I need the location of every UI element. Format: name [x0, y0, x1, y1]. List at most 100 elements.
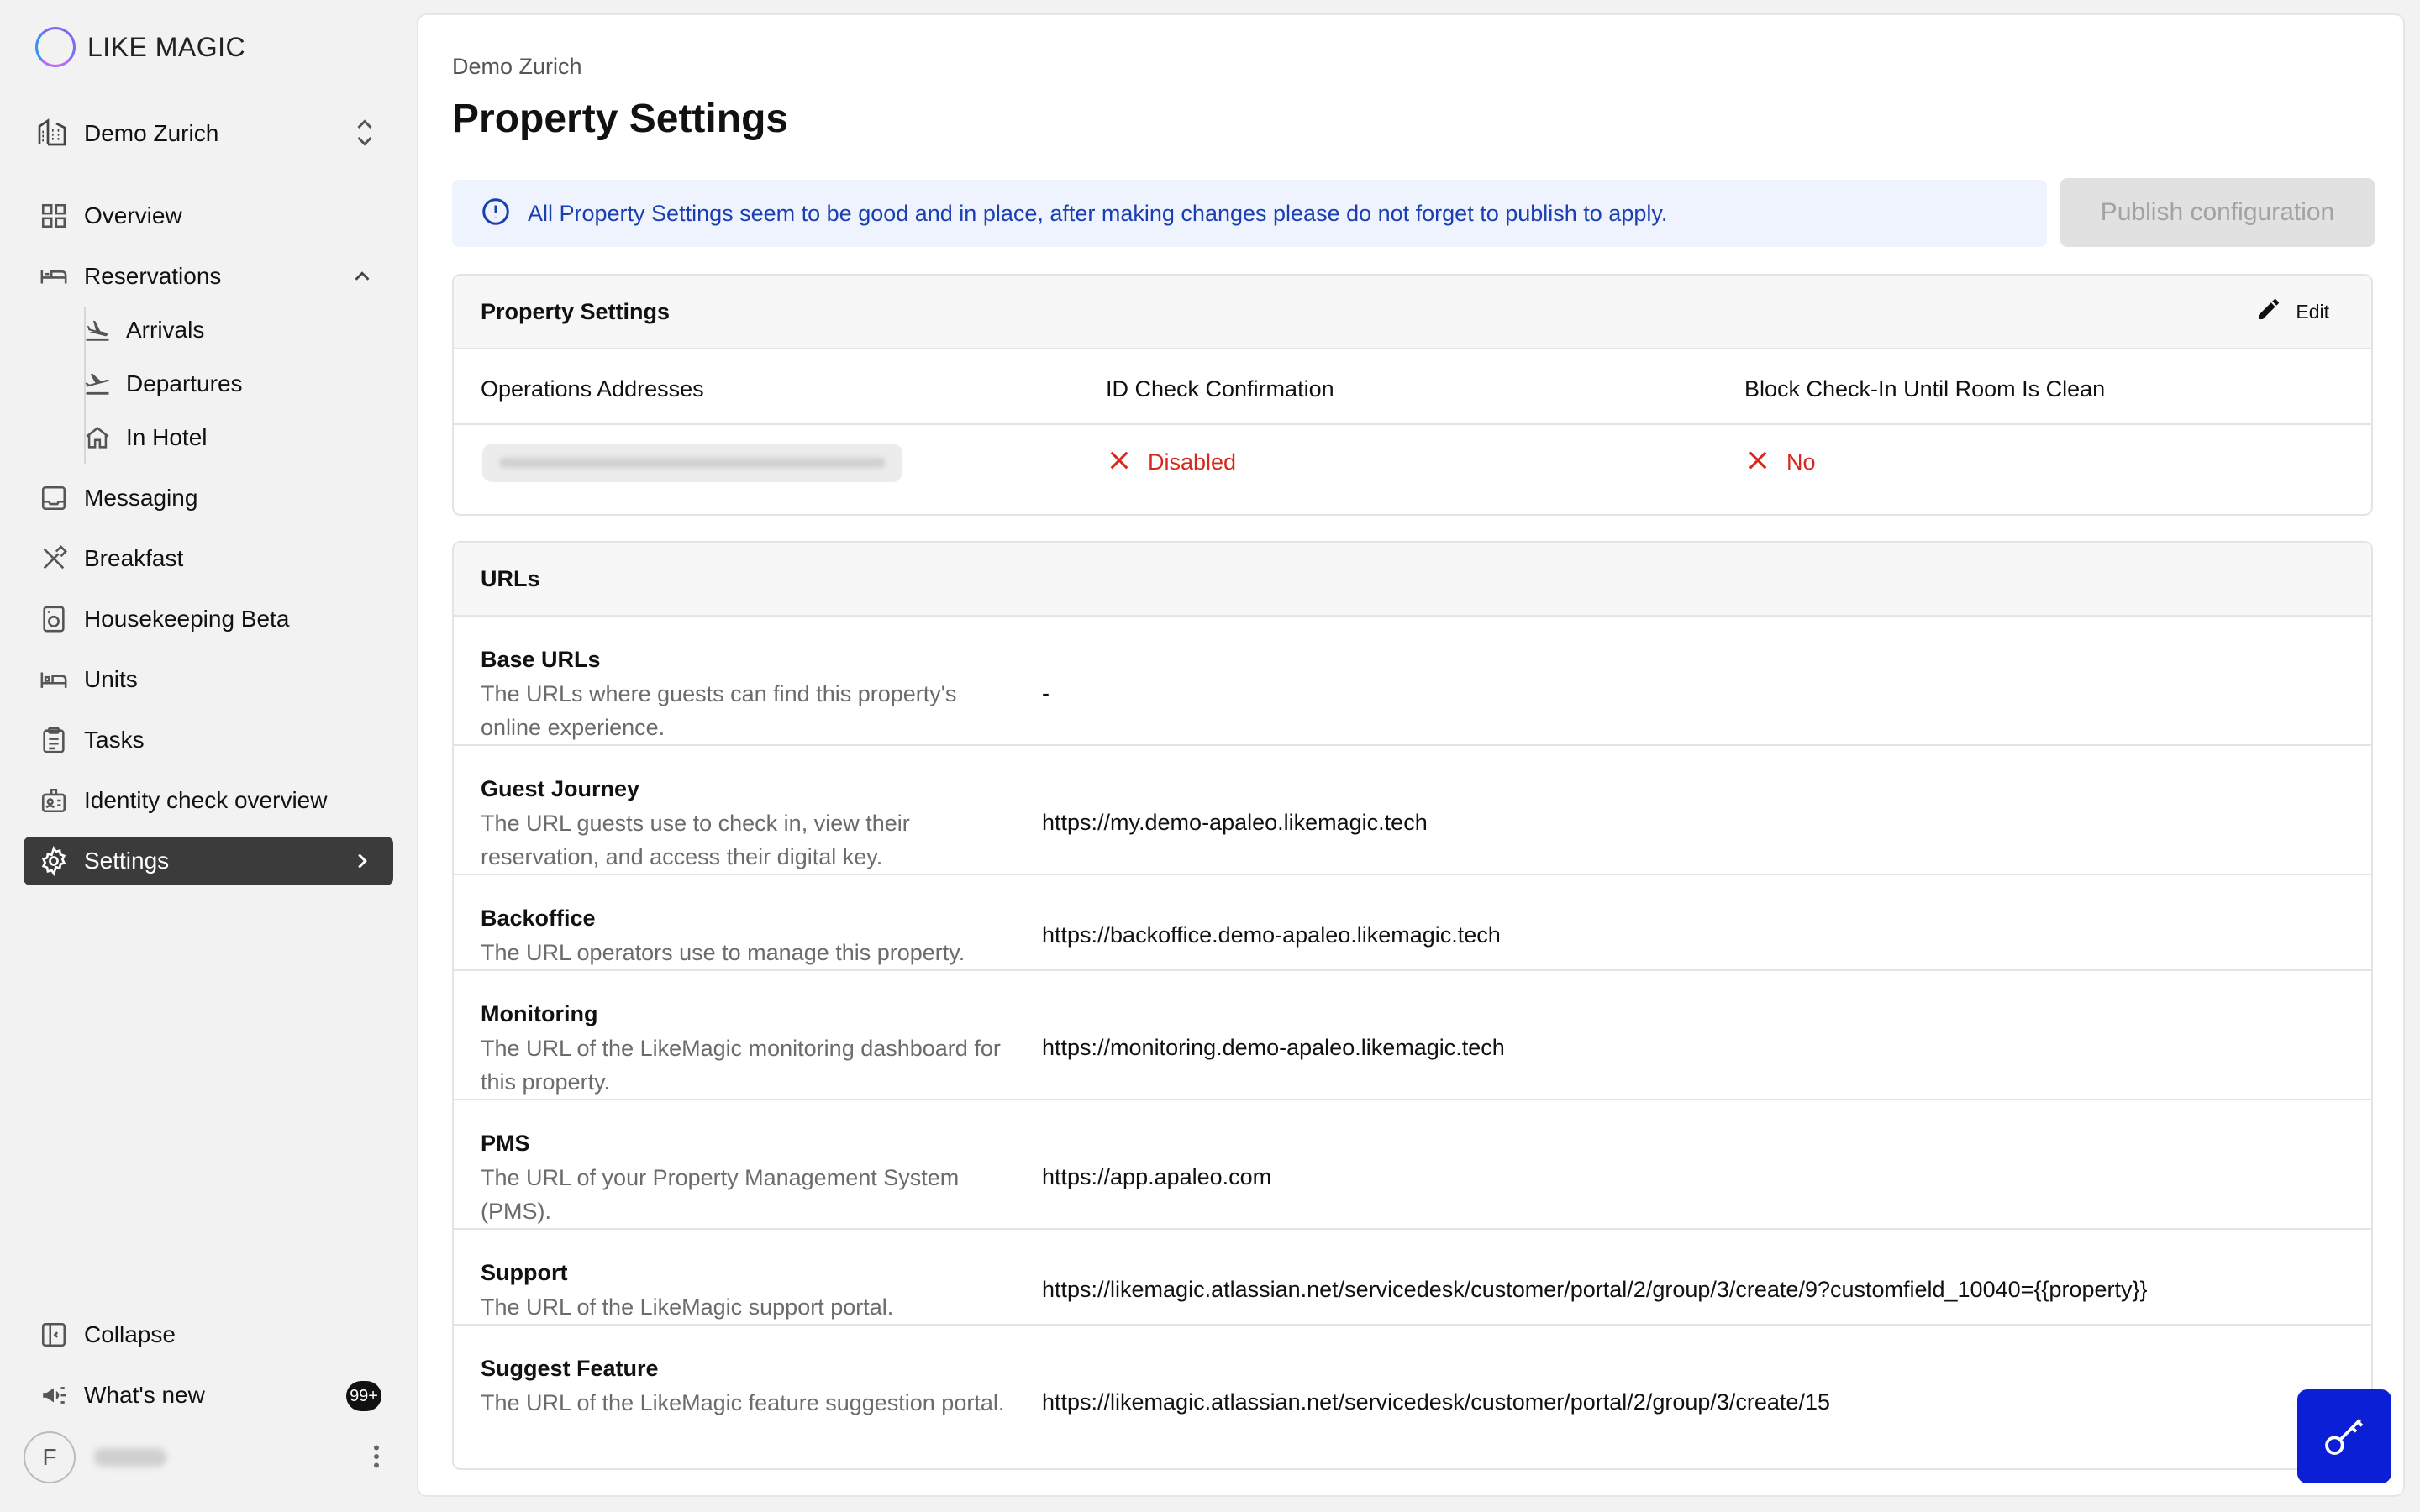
pencil-icon — [2255, 296, 2282, 328]
block-checkin-status: No — [1746, 449, 1816, 476]
nav-label-arrivals: Arrivals — [126, 317, 205, 343]
settings-value-row: Disabled No — [454, 427, 2371, 514]
url-value[interactable]: https://my.demo-apaleo.likemagic.tech — [1042, 810, 1428, 836]
card-title: Property Settings — [481, 298, 671, 324]
url-title: Suggest Feature — [481, 1356, 659, 1381]
brand[interactable]: LIKE MAGIC — [35, 27, 245, 67]
user-name-blurred — [94, 1448, 166, 1467]
close-icon — [1746, 449, 1770, 476]
nav-item-messaging[interactable]: Messaging — [24, 474, 393, 522]
url-value[interactable]: https://backoffice.demo-apaleo.likemagic… — [1042, 922, 1501, 948]
close-icon — [1107, 449, 1131, 476]
chevron-right-icon — [350, 848, 375, 878]
nav-label-messaging: Messaging — [84, 485, 198, 511]
cutlery-icon — [39, 543, 69, 574]
nav-item-reservations[interactable]: Reservations — [24, 252, 393, 301]
collapse-label: Collapse — [84, 1321, 176, 1347]
nav-label-settings: Settings — [84, 848, 170, 874]
url-title: Monitoring — [481, 1001, 598, 1026]
nav-label-reservations: Reservations — [84, 263, 222, 289]
edit-button[interactable]: Edit — [2255, 296, 2329, 328]
property-settings-card: Property Settings Edit Operations Addres… — [452, 274, 2373, 516]
washing-machine-icon — [39, 604, 69, 634]
nav-label-identity: Identity check overview — [84, 787, 328, 813]
property-switcher[interactable]: Demo Zurich — [35, 113, 380, 155]
info-alert: All Property Settings seem to be good an… — [452, 180, 2047, 247]
url-row-monitoring: Monitoring The URL of the LikeMagic moni… — [454, 971, 2371, 1100]
unfold-icon — [350, 114, 380, 155]
edit-label: Edit — [2296, 301, 2329, 323]
nav-label-departures: Departures — [126, 370, 243, 396]
avatar: F — [24, 1431, 76, 1483]
user-profile[interactable]: F — [24, 1430, 393, 1485]
settings-header-row: Operations Addresses ID Check Confirmati… — [454, 349, 2371, 425]
nav-label-housekeeping: Housekeeping Beta — [84, 606, 290, 632]
operations-address-chip — [482, 444, 902, 482]
breadcrumb[interactable]: Demo Zurich — [452, 54, 582, 80]
key-action-button[interactable] — [2297, 1389, 2391, 1483]
card-header: Property Settings Edit — [454, 276, 2371, 349]
main-panel: Demo Zurich Property Settings All Proper… — [417, 13, 2405, 1497]
inbox-icon — [39, 483, 69, 513]
url-value[interactable]: https://likemagic.atlassian.net/serviced… — [1042, 1389, 1830, 1415]
url-title: Backoffice — [481, 906, 596, 931]
card-header: URLs — [454, 543, 2371, 617]
plane-takeoff-icon — [82, 369, 113, 399]
nav-item-overview[interactable]: Overview — [24, 192, 393, 240]
url-row-guest-journey: Guest Journey The URL guests use to chec… — [454, 746, 2371, 875]
urls-card: URLs Base URLs The URLs where guests can… — [452, 541, 2373, 1470]
megaphone-icon — [39, 1380, 69, 1410]
url-title: Support — [481, 1260, 568, 1285]
url-value[interactable]: https://likemagic.atlassian.net/serviced… — [1042, 1277, 2148, 1303]
property-switcher-label: Demo Zurich — [84, 120, 219, 146]
url-description: The URL of your Property Management Syst… — [481, 1165, 960, 1224]
column-header: Block Check-In Until Room Is Clean — [1744, 376, 2106, 402]
url-description: The URL of the LikeMagic feature suggest… — [481, 1390, 1005, 1415]
more-vertical-icon[interactable] — [368, 1441, 385, 1476]
info-alert-text: All Property Settings seem to be good an… — [528, 200, 1668, 226]
url-row-pms: PMS The URL of your Property Management … — [454, 1100, 2371, 1230]
url-row-backoffice: Backoffice The URL operators use to mana… — [454, 875, 2371, 971]
home-icon — [82, 423, 113, 453]
id-check-status: Disabled — [1107, 449, 1236, 476]
url-description: The URL of the LikeMagic monitoring dash… — [481, 1036, 1001, 1095]
url-description: The URL of the LikeMagic support portal. — [481, 1294, 894, 1320]
nav-label-tasks: Tasks — [84, 727, 145, 753]
id-check-value: Disabled — [1148, 449, 1237, 475]
whats-new-button[interactable]: What's new 99+ — [24, 1371, 393, 1420]
sidebar: LIKE MAGIC Demo Zurich Overview Reservat… — [0, 0, 413, 1512]
brand-name: LIKE MAGIC — [87, 31, 246, 62]
nav-item-arrivals[interactable]: Arrivals — [24, 306, 393, 354]
publish-configuration-button[interactable]: Publish configuration — [2060, 178, 2375, 247]
url-description: The URL operators use to manage this pro… — [481, 940, 965, 965]
nav-item-breakfast[interactable]: Breakfast — [24, 534, 393, 583]
url-value[interactable]: https://app.apaleo.com — [1042, 1164, 1271, 1190]
collapse-button[interactable]: Collapse — [24, 1310, 393, 1359]
url-value: - — [1042, 680, 1050, 706]
column-header: Operations Addresses — [481, 376, 704, 402]
url-description: The URLs where guests can find this prop… — [481, 681, 957, 740]
nav-item-departures[interactable]: Departures — [24, 360, 393, 408]
nav-item-tasks[interactable]: Tasks — [24, 716, 393, 764]
url-title: Guest Journey — [481, 776, 640, 801]
nav-item-identity[interactable]: Identity check overview — [24, 776, 393, 825]
id-badge-icon — [39, 785, 69, 816]
nav-label-breakfast: Breakfast — [84, 545, 184, 571]
card-title: URLs — [481, 565, 540, 591]
building-icon — [35, 115, 69, 153]
grid-icon — [39, 201, 69, 231]
column-header: ID Check Confirmation — [1106, 376, 1334, 402]
url-row-support: Support The URL of the LikeMagic support… — [454, 1230, 2371, 1326]
plane-landing-icon — [82, 315, 113, 345]
nav-item-units[interactable]: Units — [24, 655, 393, 704]
url-title: Base URLs — [481, 647, 601, 672]
url-title: PMS — [481, 1131, 530, 1156]
url-description: The URL guests use to check in, view the… — [481, 811, 910, 869]
nav-item-housekeeping[interactable]: Housekeeping Beta — [24, 595, 393, 643]
nav-item-in-hotel[interactable]: In Hotel — [24, 413, 393, 462]
nav-label-units: Units — [84, 666, 138, 692]
notification-badge: 99+ — [346, 1381, 381, 1411]
url-value[interactable]: https://monitoring.demo-apaleo.likemagic… — [1042, 1035, 1505, 1061]
hotel-bed-icon — [39, 664, 69, 695]
nav-item-settings[interactable]: Settings — [24, 837, 393, 885]
